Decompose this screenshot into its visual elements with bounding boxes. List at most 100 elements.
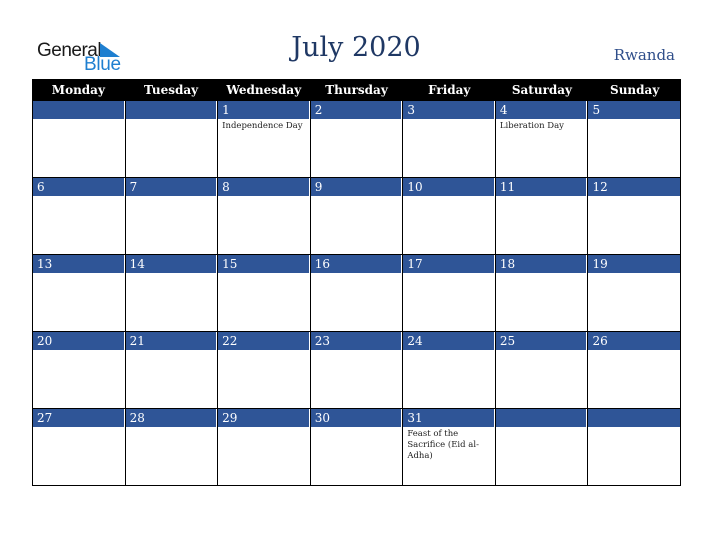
holiday-label (311, 427, 403, 431)
weekday-header: Monday Tuesday Wednesday Thursday Friday Satu… (32, 79, 681, 101)
day-number: 1 (218, 101, 310, 119)
week-row: 1 Independence Day 2 3 4 Liberation Day 5 (32, 101, 682, 178)
day-number: 15 (218, 255, 310, 273)
day-number: 27 (33, 409, 125, 427)
day-number: 13 (33, 255, 125, 273)
day-number: 24 (403, 332, 495, 350)
holiday-label (588, 350, 680, 354)
day-cell[interactable]: 25 (494, 332, 588, 409)
day-number (588, 409, 681, 427)
day-number: 29 (218, 409, 310, 427)
weekday-wednesday: Wednesday (226, 83, 302, 97)
day-cell[interactable] (32, 101, 125, 178)
holiday-label (588, 119, 680, 123)
day-number: 7 (125, 178, 218, 196)
holiday-label: Liberation Day (499, 121, 564, 131)
day-number: 21 (125, 332, 218, 350)
day-cell[interactable]: 8 (217, 178, 310, 255)
day-cell[interactable]: 14 (124, 255, 218, 332)
day-cell[interactable]: 17 (402, 255, 495, 332)
day-number: 3 (403, 101, 495, 119)
weekday-tuesday: Tuesday (144, 83, 199, 97)
holiday-label (126, 119, 218, 123)
holiday-label: Independence Day (222, 121, 303, 131)
holiday-label (126, 273, 218, 277)
day-number: 9 (310, 178, 403, 196)
day-cell[interactable]: 15 (217, 255, 310, 332)
day-number: 26 (588, 332, 681, 350)
holiday-label (33, 119, 125, 123)
day-number (125, 101, 218, 119)
day-cell[interactable]: 16 (309, 255, 403, 332)
day-cell[interactable]: 19 (587, 255, 682, 332)
day-cell[interactable]: 28 (124, 409, 218, 486)
day-cell[interactable]: 29 (217, 409, 310, 486)
holiday-label (403, 350, 495, 354)
day-number: 19 (588, 255, 681, 273)
day-cell[interactable]: 6 (32, 178, 125, 255)
holiday-label (496, 427, 588, 431)
day-number: 10 (403, 178, 495, 196)
day-cell[interactable]: 7 (124, 178, 218, 255)
day-cell[interactable]: 30 (309, 409, 403, 486)
day-cell[interactable] (587, 409, 682, 486)
day-cell[interactable]: 4 Liberation Day (494, 101, 588, 178)
day-number: 31 (403, 409, 495, 427)
day-cell[interactable]: 10 (402, 178, 495, 255)
day-number: 28 (125, 409, 218, 427)
day-cell[interactable]: 31 Feast of the Sacrifice (Eid al-Adha) (402, 409, 495, 486)
holiday-label (496, 273, 588, 277)
day-number: 25 (495, 332, 588, 350)
day-number: 16 (310, 255, 403, 273)
holiday-label (588, 196, 680, 200)
day-cell[interactable]: 2 (309, 101, 403, 178)
day-cell[interactable] (494, 409, 588, 486)
day-cell[interactable]: 5 (587, 101, 682, 178)
holiday-label (33, 273, 125, 277)
holiday-label (33, 196, 125, 200)
day-number (495, 409, 588, 427)
day-cell[interactable]: 3 (402, 101, 495, 178)
day-cell[interactable]: 13 (32, 255, 125, 332)
day-cell[interactable]: 1 Independence Day (217, 101, 310, 178)
day-number: 6 (33, 178, 125, 196)
holiday-label (311, 350, 403, 354)
weekday-monday: Monday (51, 83, 105, 97)
holiday-label (218, 427, 310, 431)
day-cell[interactable]: 27 (32, 409, 125, 486)
day-cell[interactable]: 26 (587, 332, 682, 409)
day-cell[interactable]: 24 (402, 332, 495, 409)
holiday-label (496, 196, 588, 200)
holiday-label (588, 427, 680, 431)
holiday-label (311, 119, 403, 123)
day-number: 23 (310, 332, 403, 350)
week-row: 6 7 8 9 10 11 12 (32, 178, 682, 255)
day-cell[interactable]: 18 (494, 255, 588, 332)
day-cell[interactable] (124, 101, 218, 178)
holiday-label (403, 119, 495, 123)
holiday-label (403, 273, 495, 277)
holiday-label (126, 196, 218, 200)
day-number: 11 (495, 178, 588, 196)
holiday-label (311, 196, 403, 200)
day-cell[interactable]: 22 (217, 332, 310, 409)
holiday-label (218, 273, 310, 277)
holiday-label (33, 427, 125, 431)
day-cell[interactable]: 12 (587, 178, 682, 255)
holiday-label: Feast of the Sacrifice (Eid al-Adha) (407, 429, 479, 461)
holiday-label (588, 273, 680, 277)
holiday-label (403, 196, 495, 200)
country-label: Rwanda (613, 46, 675, 64)
day-cell[interactable]: 20 (32, 332, 125, 409)
day-cell[interactable]: 21 (124, 332, 218, 409)
weekday-thursday: Thursday (325, 83, 388, 97)
day-number (33, 101, 125, 119)
day-cell[interactable]: 11 (494, 178, 588, 255)
day-cell[interactable]: 9 (309, 178, 403, 255)
day-number: 20 (33, 332, 125, 350)
weekday-sunday: Sunday (610, 83, 660, 97)
page-title: July 2020 (291, 32, 421, 63)
day-number: 17 (403, 255, 495, 273)
day-cell[interactable]: 23 (309, 332, 403, 409)
day-number: 2 (310, 101, 403, 119)
